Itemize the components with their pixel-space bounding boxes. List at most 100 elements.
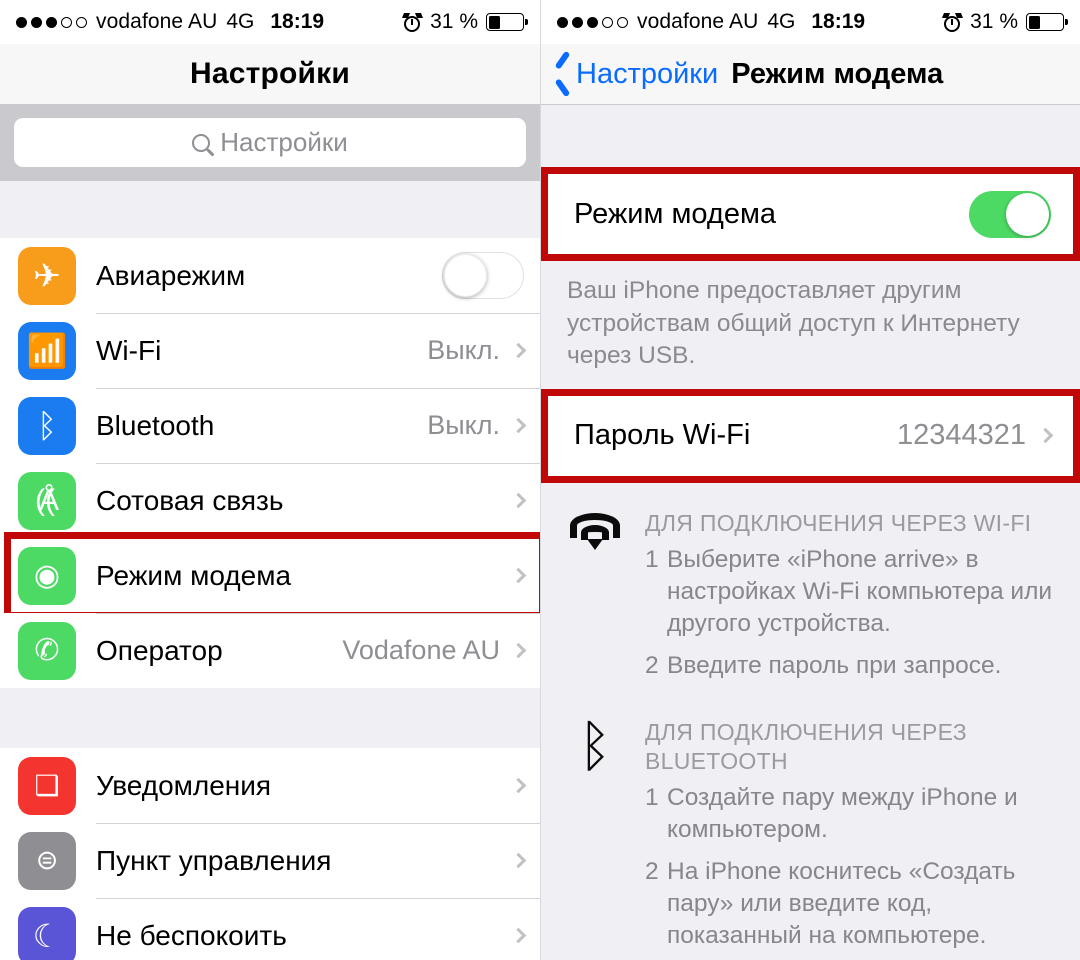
step-number: 2 xyxy=(645,858,659,886)
wifi-icon xyxy=(565,509,625,692)
row-label: Не беспокоить xyxy=(96,919,287,951)
wifi-instructions-heading: ДЛЯ ПОДКЛЮЧЕНИЯ ЧЕРЕЗ WI-FI xyxy=(645,509,1032,536)
carrier-name: vodafone AU xyxy=(637,10,759,33)
cellular-icon: ((Å xyxy=(18,471,76,530)
highlight-box-hotspot-toggle: Режим модема xyxy=(541,167,1080,261)
settings-row-notifications[interactable]: ❑ Уведомления xyxy=(0,748,540,823)
clock: 18:19 xyxy=(270,10,325,33)
settings-row-do-not-disturb[interactable]: ☾ Не беспокоить xyxy=(0,898,540,960)
status-bar-right-group: 31 % xyxy=(942,10,1068,34)
bluetooth-steps-list: 1 Создайте пару между iPhone и компьютер… xyxy=(645,782,1056,960)
chevron-right-icon xyxy=(510,642,527,659)
alarm-clock-icon xyxy=(942,12,964,32)
bluetooth-icon: ᛒ xyxy=(578,713,612,779)
chevron-right-icon xyxy=(510,417,527,434)
battery-icon xyxy=(1026,13,1068,31)
personal-hotspot-icon: ◉ xyxy=(18,546,76,605)
list-item: 1 Создайте пару между iPhone и компьютер… xyxy=(645,782,1056,846)
row-value: Выкл. xyxy=(427,410,500,440)
row-label: Уведомления xyxy=(96,769,272,801)
hotspot-navbar: Настройки Режим модема xyxy=(541,44,1080,105)
personal-hotspot-toggle[interactable] xyxy=(969,190,1051,238)
wifi-steps-list: 1 Выберите «iPhone arrive» в настройках … xyxy=(645,544,1056,681)
carrier-name: vodafone AU xyxy=(96,10,218,33)
chevron-right-icon xyxy=(510,927,527,944)
wifi-icon: 📶 xyxy=(18,321,76,380)
row-label: Bluetooth xyxy=(96,409,215,441)
search-bar-container: Настройки xyxy=(0,105,540,181)
step-number: 1 xyxy=(645,546,659,574)
phone-icon: ✆ xyxy=(18,621,76,680)
chevron-right-icon xyxy=(510,852,527,869)
bluetooth-icon: ᛒ xyxy=(18,396,76,455)
dual-screenshot: vodafone AU 4G 18:19 31 % Настройки Наст… xyxy=(0,0,1080,960)
notifications-icon: ❑ xyxy=(18,756,76,815)
step-number: 1 xyxy=(645,784,659,812)
settings-row-personal-hotspot[interactable]: ◉ Режим модема xyxy=(0,532,540,619)
top-gap xyxy=(541,105,1080,167)
section-gap-2 xyxy=(0,688,540,748)
bluetooth-instructions-heading: ДЛЯ ПОДКЛЮЧЕНИЯ ЧЕРЕЗ BLUETOOTH xyxy=(645,718,967,774)
list-item: 2 На iPhone коснитесь «Создать пару» или… xyxy=(645,856,1056,952)
clock: 18:19 xyxy=(811,10,866,33)
settings-group-1: ✈ Авиарежим 📶 Wi-Fi Выкл. ᛒ Bluetooth Вы… xyxy=(0,238,540,688)
step-text: Введите пароль при запросе. xyxy=(667,652,1002,680)
row-label: Пункт управления xyxy=(96,844,332,876)
status-bar-right-group: 31 % xyxy=(402,10,528,34)
row-label: Пароль Wi-Fi xyxy=(574,419,751,452)
settings-row-wifi[interactable]: 📶 Wi-Fi Выкл. xyxy=(0,313,540,388)
network-type: 4G xyxy=(767,10,796,33)
step-text: Создайте пару между iPhone и компьютером… xyxy=(667,784,1018,844)
step-number: 2 xyxy=(645,652,659,680)
settings-row-bluetooth[interactable]: ᛒ Bluetooth Выкл. xyxy=(0,388,540,463)
network-type: 4G xyxy=(226,10,255,33)
search-placeholder: Настройки xyxy=(220,127,348,157)
wifi-password-row[interactable]: Пароль Wi-Fi 12344321 xyxy=(548,395,1073,476)
row-label: Оператор xyxy=(96,634,223,666)
search-input[interactable]: Настройки xyxy=(14,118,526,167)
wifi-password-value: 12344321 xyxy=(896,419,1026,452)
row-label: Режим модема xyxy=(96,559,292,591)
status-bar-left-group: vodafone AU 4G 18:19 xyxy=(16,10,324,34)
highlight-box-wifi-password: Пароль Wi-Fi 12344321 xyxy=(541,388,1080,483)
personal-hotspot-panel: vodafone AU 4G 18:19 31 % Настройки Режи… xyxy=(540,0,1080,960)
row-label: Авиарежим xyxy=(96,259,246,291)
row-label: Сотовая связь xyxy=(96,484,284,516)
signal-strength-icon xyxy=(557,16,628,28)
row-label: Wi-Fi xyxy=(96,334,162,366)
airplane-icon: ✈ xyxy=(18,246,76,305)
search-icon xyxy=(192,133,211,152)
back-button[interactable]: Настройки xyxy=(576,58,718,91)
settings-panel: vodafone AU 4G 18:19 31 % Настройки Наст… xyxy=(0,0,540,960)
bluetooth-instructions-section: ᛒ ДЛЯ ПОДКЛЮЧЕНИЯ ЧЕРЕЗ BLUETOOTH 1 Созд… xyxy=(541,695,1080,960)
personal-hotspot-row[interactable]: Режим модема xyxy=(548,174,1073,254)
chevron-right-icon xyxy=(1037,427,1054,444)
page-title: Режим модема xyxy=(731,57,944,90)
chevron-left-icon[interactable] xyxy=(553,57,573,91)
section-gap-1 xyxy=(0,181,540,238)
settings-row-airplane-mode[interactable]: ✈ Авиарежим xyxy=(0,238,540,313)
status-bar-left-group: vodafone AU 4G 18:19 xyxy=(557,10,865,34)
do-not-disturb-icon: ☾ xyxy=(18,906,76,960)
status-bar-right: vodafone AU 4G 18:19 31 % xyxy=(541,0,1080,44)
chevron-right-icon xyxy=(510,492,527,509)
battery-percent: 31 % xyxy=(970,10,1018,33)
settings-row-control-center[interactable]: ⊜ Пункт управления xyxy=(0,823,540,898)
list-item: 1 Выберите «iPhone arrive» в настройках … xyxy=(645,544,1056,640)
airplane-mode-toggle[interactable] xyxy=(442,252,524,299)
row-value: Выкл. xyxy=(427,335,500,365)
signal-strength-icon xyxy=(16,16,87,28)
alarm-clock-icon xyxy=(402,12,424,32)
step-text: Выберите «iPhone arrive» в настройках Wi… xyxy=(667,546,1053,638)
page-title: Настройки xyxy=(189,57,351,90)
settings-row-carrier[interactable]: ✆ Оператор Vodafone AU xyxy=(0,613,540,688)
chevron-right-icon xyxy=(510,567,527,584)
row-value: Vodafone AU xyxy=(342,635,500,665)
step-text: На iPhone коснитесь «Создать пару» или в… xyxy=(667,858,1016,949)
list-item: 2 Введите пароль при запросе. xyxy=(645,650,1056,682)
row-label: Режим модема xyxy=(574,197,777,230)
settings-row-cellular[interactable]: ((Å Сотовая связь xyxy=(0,463,540,538)
wifi-instructions-section: ДЛЯ ПОДКЛЮЧЕНИЯ ЧЕРЕЗ WI-FI 1 Выберите «… xyxy=(541,482,1080,696)
settings-navbar: Настройки xyxy=(0,44,540,105)
settings-group-2: ❑ Уведомления ⊜ Пункт управления ☾ Не бе… xyxy=(0,748,540,960)
